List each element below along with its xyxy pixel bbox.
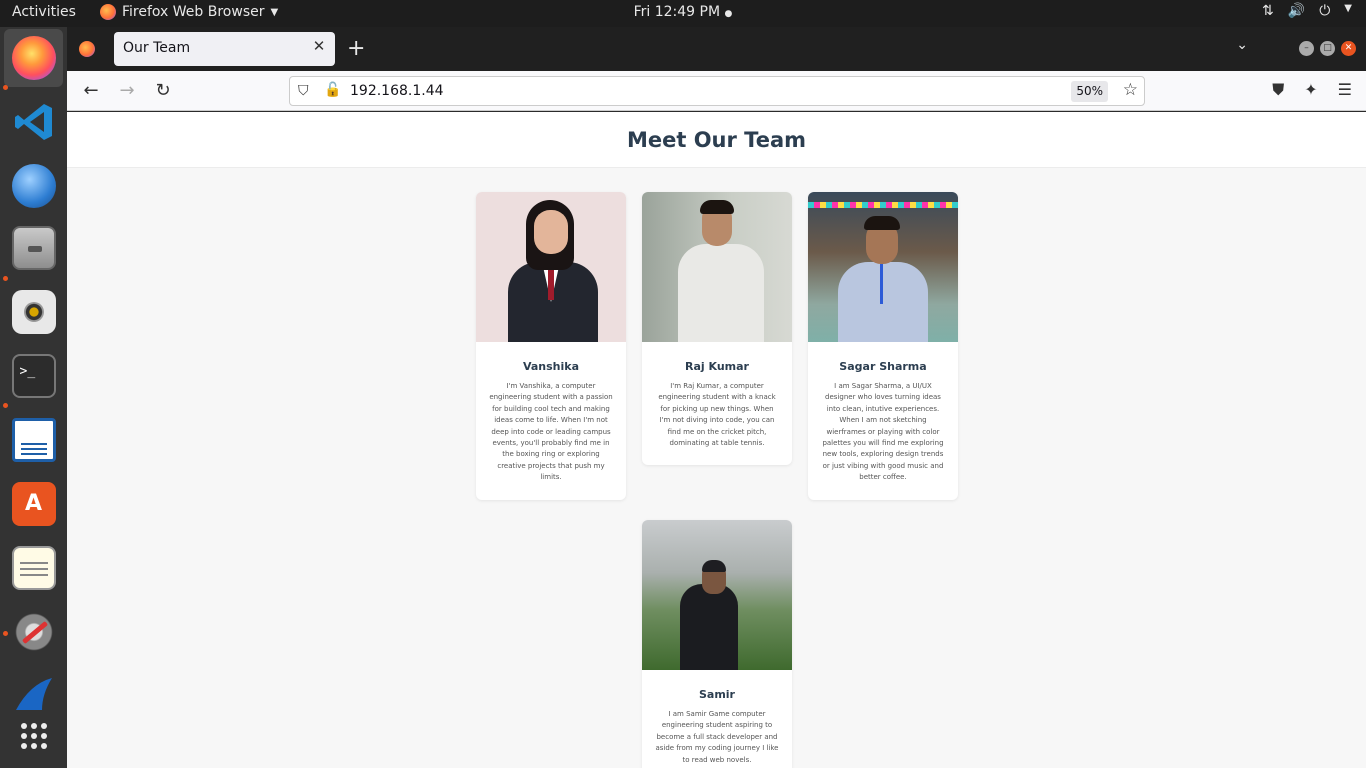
tracking-protection-shield-icon[interactable]: ⛉ — [298, 83, 309, 99]
firefox-icon — [100, 4, 116, 20]
running-indicator — [3, 276, 8, 281]
terminal-icon: >_ — [11, 354, 56, 398]
speaker-icon — [11, 290, 56, 334]
vscode-icon — [14, 104, 52, 140]
tab-bar: Our Team ✕ + ⌄ – □ ✕ — [67, 27, 1366, 71]
member-name: Sagar Sharma — [839, 360, 927, 373]
pocket-icon[interactable]: ⛊ — [1272, 80, 1284, 100]
member-name: Vanshika — [522, 360, 580, 373]
dock-settings[interactable] — [4, 603, 63, 661]
dock-software[interactable]: A — [4, 475, 63, 533]
hamburger-menu-icon[interactable]: ☰ — [1338, 80, 1352, 100]
dock-writer[interactable] — [4, 411, 63, 469]
team-card: Raj Kumar I'm Raj Kumar, a computer engi… — [642, 192, 792, 466]
dock-terminal[interactable]: >_ — [4, 347, 63, 405]
network-icon: ⇅ — [1262, 3, 1274, 19]
close-window-button[interactable]: ✕ — [1341, 41, 1356, 56]
software-center-icon: A — [11, 482, 56, 526]
new-tab-button[interactable]: + — [347, 36, 365, 61]
member-photo — [642, 192, 792, 342]
chevron-down-icon: ▼ — [270, 6, 279, 18]
system-top-bar: Activities Firefox Web Browser ▼ Fri 12:… — [0, 0, 1366, 27]
url-bar[interactable]: ⛉ 🔓 192.168.1.44 50% ☆ — [289, 76, 1145, 106]
member-bio: I'm Raj Kumar, a computer engineering st… — [658, 382, 776, 448]
firefox-view-icon[interactable] — [79, 41, 95, 57]
member-bio: I am Samir Game computer engineering stu… — [655, 710, 779, 764]
insecure-connection-icon[interactable]: 🔓 — [324, 82, 341, 98]
page-header: Meet Our Team — [67, 112, 1366, 168]
member-bio: I'm Vanshika, a computer engineering stu… — [489, 382, 613, 482]
close-tab-icon[interactable]: ✕ — [309, 37, 329, 55]
grid-icon — [20, 723, 47, 749]
zoom-level-button[interactable]: 50% — [1071, 81, 1108, 102]
member-photo — [642, 520, 792, 670]
dock: >_ A — [0, 27, 67, 768]
running-indicator — [3, 85, 8, 90]
files-icon — [11, 226, 56, 270]
back-button[interactable]: ← — [79, 80, 103, 101]
bookmark-star-icon[interactable]: ☆ — [1123, 80, 1138, 100]
toolbar-right: ⛊ ✦ ☰ — [1272, 80, 1352, 100]
extensions-icon[interactable]: ✦ — [1304, 80, 1317, 100]
team-card: Sagar Sharma I am Sagar Sharma, a UI/UX … — [808, 192, 958, 500]
dock-rhythmbox[interactable] — [4, 283, 63, 341]
system-tray[interactable]: ⇅ 🔊 ⏻ ▼ — [1262, 3, 1352, 19]
page-title: Meet Our Team — [626, 128, 807, 152]
list-all-tabs-button[interactable]: ⌄ — [1236, 37, 1248, 53]
window-controls: – □ ✕ — [1299, 41, 1356, 56]
member-photo — [808, 192, 958, 342]
url-text[interactable]: 192.168.1.44 — [350, 83, 444, 99]
minimize-button[interactable]: – — [1299, 41, 1314, 56]
power-icon: ⏻ — [1319, 3, 1331, 19]
volume-icon: 🔊 — [1287, 3, 1306, 19]
team-card: Vanshika I'm Vanshika, a computer engine… — [476, 192, 626, 500]
navigation-bar: ← → ↻ ⛉ 🔓 192.168.1.44 50% ☆ ⛊ ✦ ☰ — [67, 71, 1366, 111]
team-card: Samir I am Samir Game computer engineeri… — [642, 520, 792, 768]
chevron-down-icon: ▼ — [1344, 3, 1352, 14]
document-icon — [11, 418, 56, 462]
notification-dot-icon: ● — [724, 9, 733, 19]
member-name: Samir — [698, 688, 735, 701]
notepad-icon — [11, 546, 56, 590]
member-name: Raj Kumar — [685, 360, 749, 373]
dock-firefox[interactable] — [4, 29, 63, 87]
member-bio: I am Sagar Sharma, a UI/UX designer who … — [822, 382, 944, 482]
maximize-button[interactable]: □ — [1320, 41, 1335, 56]
dock-thunderbird[interactable] — [4, 157, 63, 215]
clock[interactable]: Fri 12:49 PM — [634, 4, 720, 20]
app-menu-label: Firefox Web Browser — [122, 4, 265, 20]
reload-button[interactable]: ↻ — [151, 80, 175, 101]
settings-icon — [11, 610, 56, 654]
running-indicator — [3, 403, 8, 408]
dock-files[interactable] — [4, 219, 63, 277]
dock-vscode[interactable] — [4, 93, 63, 151]
app-menu[interactable]: Firefox Web Browser ▼ — [100, 4, 278, 20]
tab-title: Our Team — [123, 40, 191, 56]
firefox-icon — [11, 36, 56, 80]
tab-our-team[interactable]: Our Team ✕ — [114, 32, 335, 66]
page-content: Meet Our Team Vanshika I'm Vanshika, a c… — [67, 112, 1366, 768]
member-photo — [476, 192, 626, 342]
forward-button[interactable]: → — [115, 80, 139, 101]
thunderbird-icon — [11, 164, 56, 208]
dock-text-editor[interactable] — [4, 539, 63, 597]
activities-button[interactable]: Activities — [12, 4, 76, 20]
dock-show-applications[interactable] — [4, 707, 63, 765]
